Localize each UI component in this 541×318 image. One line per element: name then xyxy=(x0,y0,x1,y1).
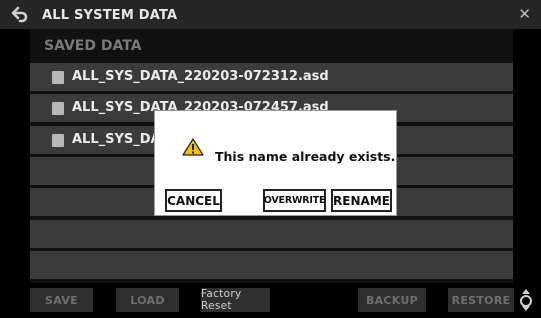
factory-reset-button[interactable]: Factory Reset xyxy=(201,288,270,312)
empty-row xyxy=(30,251,513,279)
screen: ALL SYSTEM DATA ✕ SAVED DATA ALL_SYS_DAT… xyxy=(0,0,541,318)
empty-row xyxy=(30,220,513,248)
section-label: SAVED DATA xyxy=(44,38,142,54)
file-icon xyxy=(52,71,64,84)
overwrite-button[interactable]: OVERWRITE xyxy=(263,189,326,212)
dialog-message: This name already exists. xyxy=(215,149,396,164)
file-row[interactable]: ALL_SYS_DATA_220203-072312.asd xyxy=(30,63,513,91)
warning-icon xyxy=(182,138,204,156)
file-name: ALL_SYS_DATA_220203-072312.asd xyxy=(72,69,329,84)
file-icon xyxy=(52,134,64,147)
save-button[interactable]: SAVE xyxy=(30,288,93,312)
encoder-knob-icon xyxy=(520,289,532,311)
confirm-dialog: This name already exists. CANCEL OVERWRI… xyxy=(154,110,397,216)
title-bar: ALL SYSTEM DATA ✕ xyxy=(0,0,541,29)
file-icon xyxy=(52,102,64,115)
back-arrow-icon[interactable] xyxy=(10,5,30,25)
load-button[interactable]: LOAD xyxy=(116,288,179,312)
backup-button[interactable]: BACKUP xyxy=(358,288,426,312)
rename-button[interactable]: RENAME xyxy=(331,189,392,212)
cancel-button[interactable]: CANCEL xyxy=(165,189,222,212)
page-title: ALL SYSTEM DATA xyxy=(42,8,178,23)
restore-button[interactable]: RESTORE xyxy=(448,288,514,312)
close-icon[interactable]: ✕ xyxy=(518,5,531,23)
